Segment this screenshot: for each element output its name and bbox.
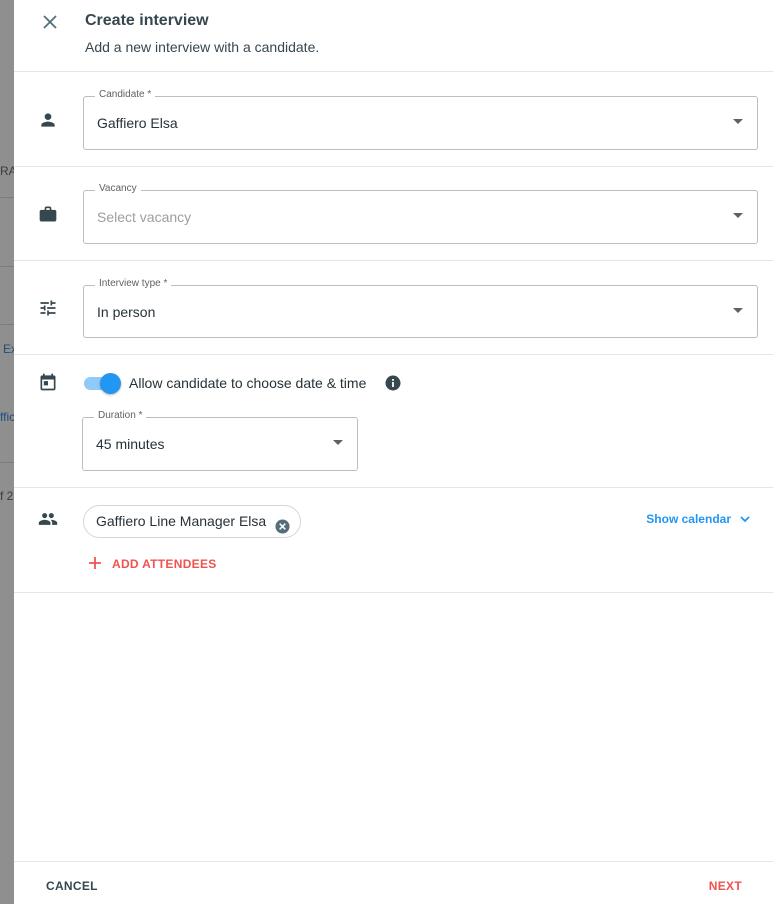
background-page: RA Ex ffic f 2 [0, 0, 14, 904]
cancel-circle-icon [275, 519, 290, 537]
chevron-down-icon [733, 308, 743, 313]
dialog-title: Create interview [85, 12, 209, 29]
vacancy-placeholder: Select vacancy [97, 209, 192, 225]
attendee-chip-label: Gaffiero Line Manager Elsa [96, 513, 267, 529]
calendar-icon [38, 372, 58, 392]
background-text: ffic [0, 410, 14, 424]
show-calendar-button[interactable]: Show calendar [646, 512, 751, 526]
candidate-value: Gaffiero Elsa [97, 115, 178, 131]
people-icon [38, 509, 58, 529]
dialog-subtitle: Add a new interview with a candidate. [85, 39, 320, 55]
info-icon[interactable] [385, 375, 401, 391]
duration-value: 45 minutes [96, 436, 165, 452]
candidate-row: Candidate * Gaffiero Elsa [14, 72, 773, 167]
close-icon [40, 15, 60, 36]
vacancy-label: Vacancy [95, 183, 141, 194]
cancel-button[interactable]: CANCEL [46, 879, 98, 893]
vacancy-row: Vacancy Select vacancy [14, 167, 773, 261]
chevron-down-icon [733, 119, 743, 124]
dialog-footer: CANCEL NEXT [14, 861, 773, 904]
chevron-down-icon [733, 213, 743, 218]
remove-attendee-button[interactable] [275, 514, 290, 534]
toggle-thumb [100, 373, 121, 394]
interview-type-label: Interview type * [95, 278, 172, 289]
next-button[interactable]: NEXT [709, 879, 742, 893]
show-calendar-label: Show calendar [646, 512, 731, 526]
attendee-chip: Gaffiero Line Manager Elsa [83, 505, 302, 538]
add-attendees-button[interactable]: ADD ATTENDEES [88, 556, 217, 571]
background-divider [0, 197, 14, 198]
interview-type-row: Interview type * In person [14, 261, 773, 355]
candidate-label: Candidate * [95, 89, 156, 100]
background-text: RA [0, 164, 14, 178]
chevron-down-icon [333, 440, 343, 445]
choose-datetime-label: Allow candidate to choose date & time [129, 375, 367, 391]
interview-type-value: In person [97, 304, 156, 320]
choose-datetime-toggle[interactable] [84, 373, 121, 394]
add-attendees-label: ADD ATTENDEES [112, 557, 217, 571]
create-interview-dialog: Create interview Add a new interview wit… [14, 0, 773, 904]
chevron-down-icon [739, 513, 751, 525]
duration-select[interactable]: Duration * 45 minutes [82, 410, 358, 471]
vacancy-select[interactable]: Vacancy Select vacancy [83, 183, 758, 244]
background-divider [0, 462, 14, 463]
tune-icon [38, 298, 58, 318]
duration-label: Duration * [94, 410, 147, 421]
briefcase-icon [38, 204, 58, 224]
interview-type-select[interactable]: Interview type * In person [83, 278, 758, 338]
background-divider [0, 266, 14, 267]
plus-icon [88, 556, 102, 570]
background-divider [0, 324, 14, 325]
close-button[interactable] [40, 12, 60, 32]
attendees-row: Gaffiero Line Manager Elsa Show calendar… [14, 488, 773, 593]
background-text: Ex [3, 342, 14, 356]
candidate-select[interactable]: Candidate * Gaffiero Elsa [83, 89, 758, 150]
scheduling-row: Allow candidate to choose date & time Du… [14, 355, 773, 488]
person-icon [38, 110, 58, 130]
dialog-header: Create interview Add a new interview wit… [14, 0, 773, 72]
background-text: f 2 [0, 489, 14, 503]
